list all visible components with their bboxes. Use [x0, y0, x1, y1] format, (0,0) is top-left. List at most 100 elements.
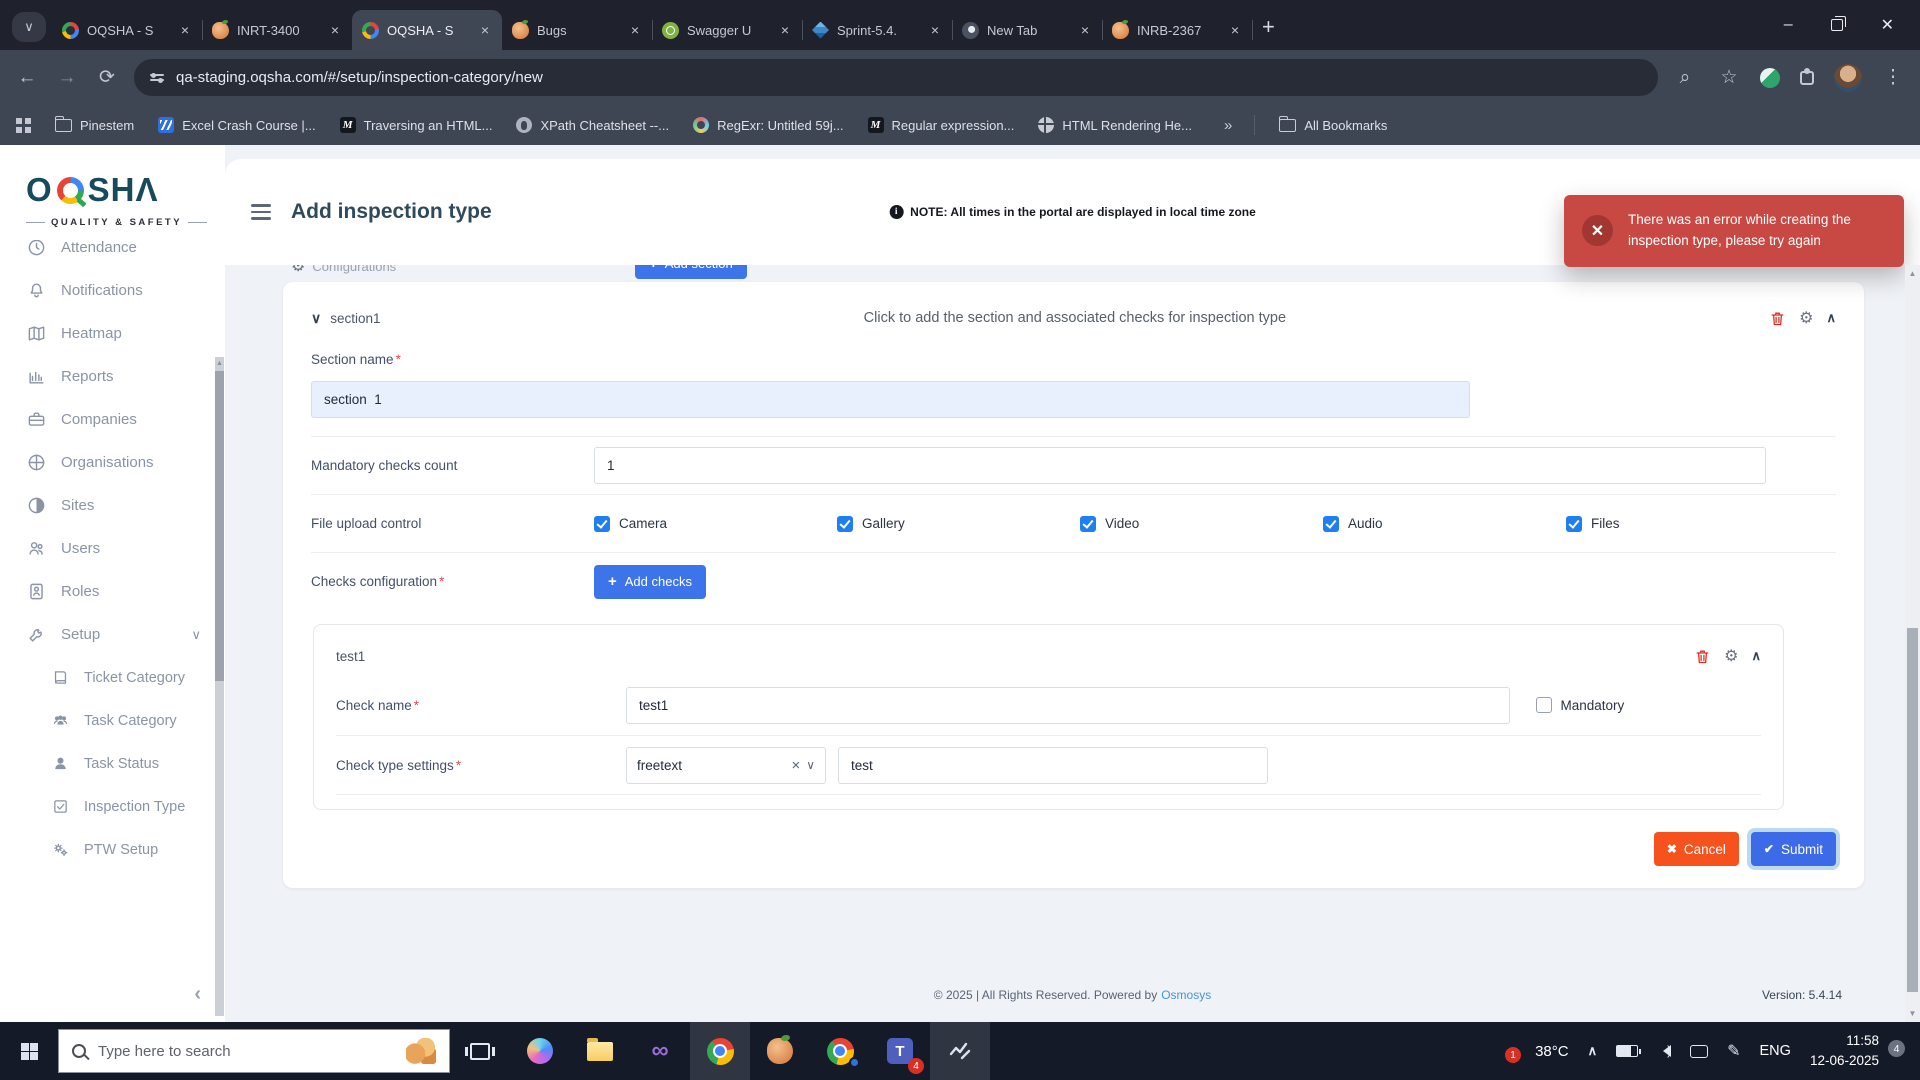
- osmosys-link[interactable]: Osmosys: [1161, 988, 1211, 1002]
- sidebar-item-attendance[interactable]: Attendance: [0, 240, 225, 269]
- checkbox-gallery[interactable]: Gallery: [837, 516, 1080, 532]
- trash-icon[interactable]: [1769, 310, 1786, 327]
- unchecked-checkbox-icon[interactable]: [1536, 697, 1552, 713]
- chrome-profile-button[interactable]: [810, 1022, 870, 1080]
- checkbox-audio[interactable]: Audio: [1323, 516, 1566, 532]
- bookmark-item[interactable]: HTML Rendering He...: [1038, 117, 1192, 133]
- gear-icon[interactable]: ⚙: [1724, 646, 1738, 666]
- input-language[interactable]: ENG: [1760, 1043, 1791, 1059]
- sidebar-collapse-icon[interactable]: ‹: [194, 983, 201, 1006]
- check-type-value-input[interactable]: [838, 747, 1268, 784]
- checked-checkbox-icon[interactable]: [837, 516, 853, 532]
- tab-close-icon[interactable]: ×: [626, 21, 644, 39]
- gear-icon[interactable]: ⚙: [1799, 308, 1813, 328]
- scroll-down-icon[interactable]: ▼: [1905, 1009, 1920, 1018]
- task-view-button[interactable]: [450, 1022, 510, 1080]
- sidebar-item-sites[interactable]: Sites: [0, 484, 225, 527]
- check-name-input[interactable]: [626, 687, 1510, 724]
- apps-grid-icon[interactable]: [16, 118, 31, 133]
- back-icon[interactable]: ←: [14, 67, 40, 89]
- mandatory-checkbox[interactable]: Mandatory: [1536, 697, 1625, 713]
- zoom-icon[interactable]: ⌕: [1672, 67, 1698, 89]
- error-toast[interactable]: ✕ There was an error while creating the …: [1564, 195, 1904, 267]
- extensions-puzzle-icon[interactable]: [1798, 69, 1816, 87]
- trash-icon[interactable]: [1694, 648, 1711, 665]
- bookmark-item[interactable]: RegExr: Untitled 59j...: [693, 117, 843, 133]
- pinestem-app-button[interactable]: [750, 1022, 810, 1080]
- bookmark-item[interactable]: Pinestem: [55, 118, 134, 133]
- new-tab-button[interactable]: +: [1262, 14, 1275, 40]
- visual-studio-button[interactable]: ∞: [630, 1022, 690, 1080]
- copilot-button[interactable]: [510, 1022, 570, 1080]
- sidebar-item-setup[interactable]: Setup ∨: [0, 613, 225, 656]
- reload-icon[interactable]: ⟳: [94, 66, 120, 89]
- bookmark-item[interactable]: XPath Cheatsheet --...: [516, 117, 669, 133]
- taskbar-search[interactable]: Type here to search: [58, 1029, 450, 1073]
- check-type-select[interactable]: freetext × ∨: [626, 747, 826, 784]
- chevron-up-icon[interactable]: ∧: [1751, 648, 1761, 664]
- chevron-down-icon[interactable]: ∨: [311, 310, 321, 327]
- sidebar-item-organisations[interactable]: Organisations: [0, 441, 225, 484]
- tab-close-icon[interactable]: ×: [476, 21, 494, 39]
- browser-tab-active[interactable]: OQSHA - S ×: [352, 10, 502, 50]
- tab-close-icon[interactable]: ×: [1076, 21, 1094, 39]
- checkbox-camera[interactable]: Camera: [594, 516, 837, 532]
- address-bar[interactable]: qa-staging.oqsha.com/#/setup/inspection-…: [134, 59, 1658, 96]
- checkbox-video[interactable]: Video: [1080, 516, 1323, 532]
- sidebar-item-task-status[interactable]: Task Status: [0, 742, 225, 785]
- volume-icon[interactable]: [1657, 1045, 1671, 1057]
- bookmark-item[interactable]: Excel Crash Course |...: [158, 117, 315, 133]
- sidebar-item-users[interactable]: Users: [0, 527, 225, 570]
- sidebar-item-heatmap[interactable]: Heatmap: [0, 312, 225, 355]
- tab-close-icon[interactable]: ×: [1226, 21, 1244, 39]
- sidebar-item-asset-type[interactable]: Asset Type: [0, 871, 225, 880]
- browser-tab[interactable]: INRT-3400 ×: [202, 10, 352, 50]
- minimize-icon[interactable]: –: [1784, 16, 1793, 34]
- search-highlight-icon[interactable]: [406, 1038, 436, 1064]
- forward-icon[interactable]: →: [54, 67, 80, 89]
- browser-tab[interactable]: Sprint-5.4. ×: [802, 10, 952, 50]
- cast-icon[interactable]: [1690, 1045, 1708, 1058]
- restore-icon[interactable]: [1831, 19, 1843, 31]
- submit-button[interactable]: ✔ Submit: [1751, 832, 1836, 866]
- mandatory-count-input[interactable]: [594, 447, 1766, 484]
- scroll-up-icon[interactable]: ▲: [215, 357, 224, 367]
- checked-checkbox-icon[interactable]: [1080, 516, 1096, 532]
- teams-button[interactable]: 4: [870, 1022, 930, 1080]
- bookmark-item[interactable]: Traversing an HTML...: [340, 117, 493, 133]
- sidebar-item-ticket-category[interactable]: Ticket Category: [0, 656, 225, 699]
- sidebar-item-task-category[interactable]: Task Category: [0, 699, 225, 742]
- cancel-button[interactable]: ✖ Cancel: [1654, 832, 1739, 866]
- extension-badge-icon[interactable]: [1760, 68, 1780, 88]
- hamburger-menu-icon[interactable]: [251, 204, 271, 219]
- tab-close-icon[interactable]: ×: [176, 21, 194, 39]
- battery-icon[interactable]: [1616, 1045, 1638, 1057]
- site-settings-icon[interactable]: [150, 74, 164, 81]
- tab-close-icon[interactable]: ×: [326, 21, 344, 39]
- add-section-button[interactable]: Add section: [635, 265, 747, 279]
- sidebar-scrollbar[interactable]: ▲: [215, 357, 224, 1016]
- sidebar-item-roles[interactable]: Roles: [0, 570, 225, 613]
- scrollbar-thumb[interactable]: [215, 371, 224, 681]
- scroll-up-icon[interactable]: ▲: [1905, 269, 1920, 278]
- bookmarks-overflow-icon[interactable]: »: [1224, 117, 1230, 134]
- page-scrollbar[interactable]: ▲ ▼: [1905, 265, 1920, 1022]
- browser-tab[interactable]: Swagger U ×: [652, 10, 802, 50]
- chrome-button-active[interactable]: [690, 1022, 750, 1080]
- sidebar-item-reports[interactable]: Reports: [0, 355, 225, 398]
- checked-checkbox-icon[interactable]: [1323, 516, 1339, 532]
- profile-avatar[interactable]: [1834, 64, 1862, 92]
- browser-tab[interactable]: Bugs ×: [502, 10, 652, 50]
- file-explorer-button[interactable]: [570, 1022, 630, 1080]
- section-name-input[interactable]: [311, 381, 1470, 418]
- bookmark-item[interactable]: Regular expression...: [868, 117, 1015, 133]
- activity-app-button[interactable]: [930, 1022, 990, 1080]
- chevron-down-icon[interactable]: ∨: [806, 758, 815, 772]
- sidebar-item-notifications[interactable]: Notifications: [0, 269, 225, 312]
- checked-checkbox-icon[interactable]: [594, 516, 610, 532]
- browser-tab[interactable]: New Tab ×: [952, 10, 1102, 50]
- hidden-icons-chevron[interactable]: ∧: [1588, 1043, 1598, 1059]
- browser-tab[interactable]: OQSHA - S ×: [52, 10, 202, 50]
- browser-tab[interactable]: INRB-2367 ×: [1102, 10, 1252, 50]
- tab-close-icon[interactable]: ×: [926, 21, 944, 39]
